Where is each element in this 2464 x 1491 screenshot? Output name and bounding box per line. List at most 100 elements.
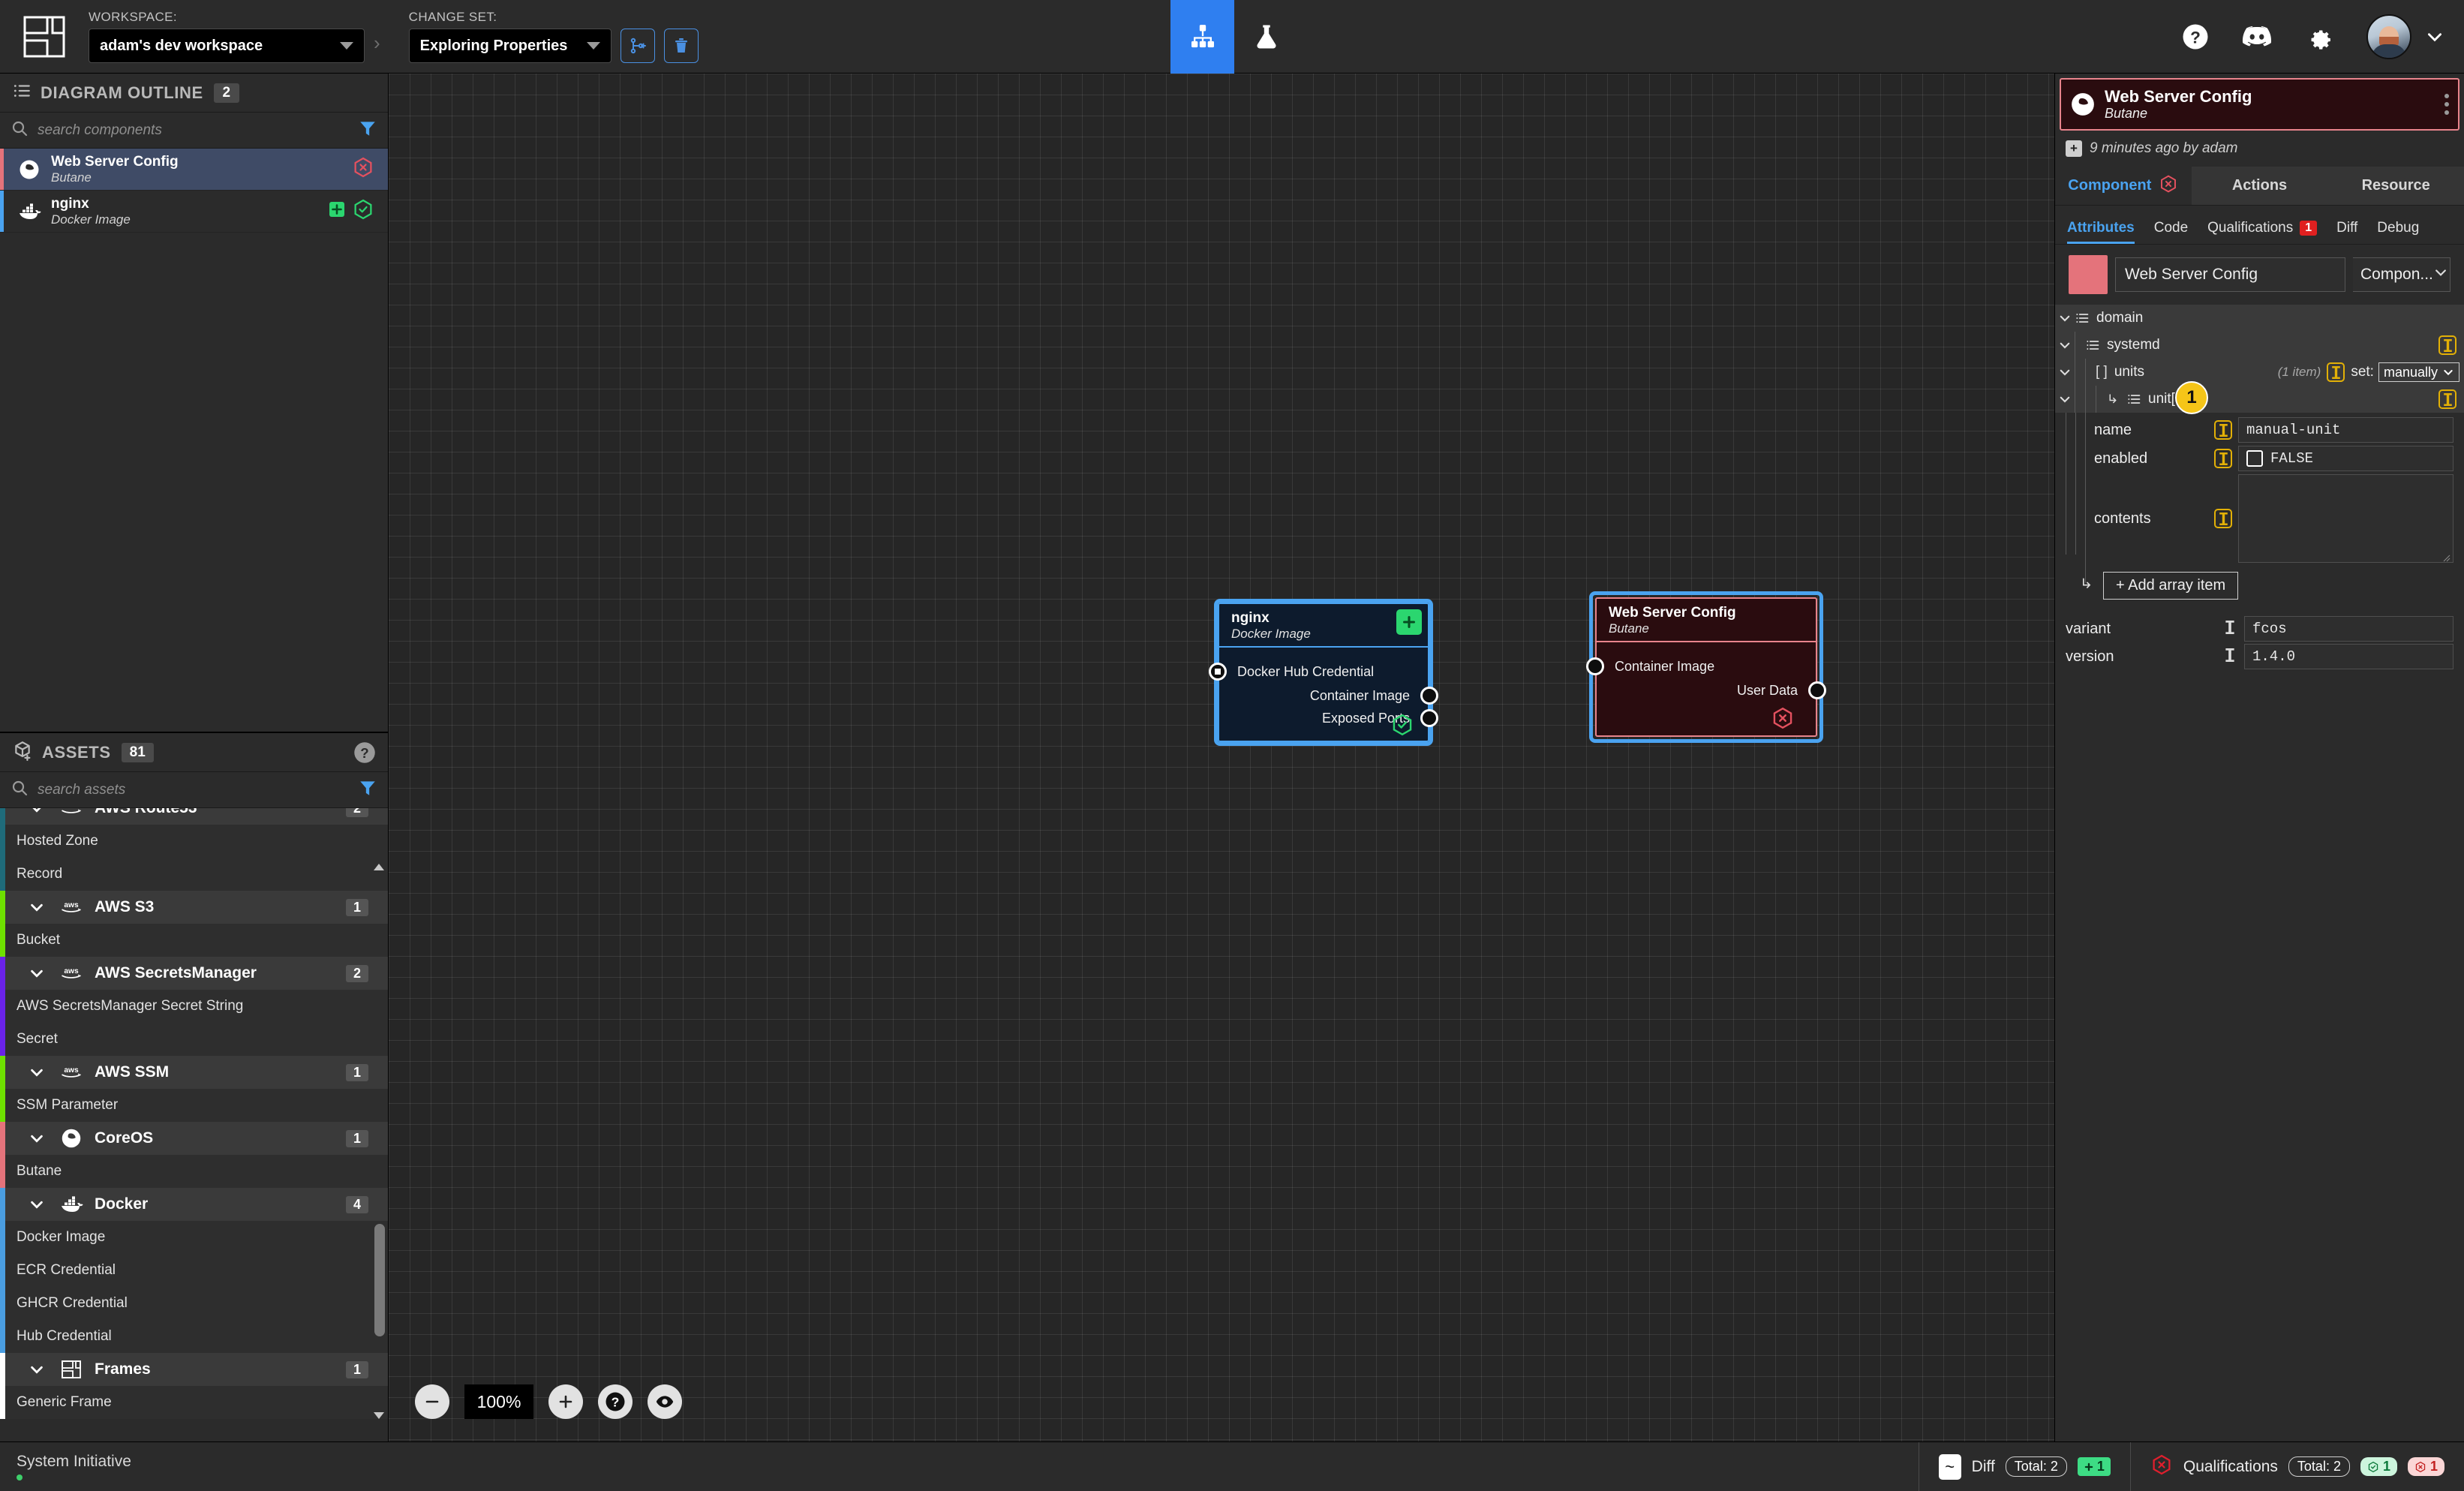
field-textarea-contents[interactable] <box>2238 474 2453 563</box>
ibeam-icon[interactable] <box>2214 509 2232 528</box>
output-socket-exposed-ports[interactable] <box>1420 709 1438 728</box>
subtab-debug[interactable]: Debug <box>2377 220 2419 244</box>
asset-item[interactable]: Butane <box>0 1155 388 1188</box>
tab-resource[interactable]: Resource <box>2327 167 2464 205</box>
visibility-eye-icon[interactable] <box>648 1384 682 1419</box>
ibeam-icon[interactable] <box>2438 335 2456 355</box>
zoom-in-button[interactable] <box>548 1384 583 1419</box>
asset-item[interactable]: GHCR Credential <box>0 1287 388 1320</box>
user-avatar[interactable] <box>2366 14 2411 59</box>
lab-tool-tab[interactable] <box>1234 0 1298 74</box>
field-input-version[interactable] <box>2244 644 2453 669</box>
chevron-down-icon[interactable] <box>29 899 45 915</box>
ibeam-icon[interactable] <box>2214 449 2232 468</box>
asset-item[interactable]: AWS SecretsManager Secret String <box>0 990 388 1023</box>
subtab-qualifications[interactable]: Qualifications 1 <box>2207 220 2318 244</box>
chevron-down-icon[interactable] <box>29 1196 45 1213</box>
canvas-help-circle-icon[interactable]: ? <box>598 1384 633 1419</box>
output-socket-container-image[interactable] <box>1420 687 1438 705</box>
chevron-down-icon[interactable] <box>29 808 45 816</box>
assets-search-input[interactable] <box>38 781 358 798</box>
field-input-variant[interactable] <box>2244 616 2453 642</box>
component-name-input[interactable] <box>2115 257 2345 292</box>
avatar-chevron-down-icon[interactable] <box>2425 27 2444 47</box>
chevron-down-icon[interactable] <box>29 1064 45 1081</box>
asset-item[interactable]: ECR Credential <box>0 1254 388 1287</box>
attr-row-units[interactable]: [ ] units (1 item) set: manually <box>2055 359 2464 386</box>
chevron-down-icon[interactable] <box>29 1130 45 1147</box>
status-qualifications-segment[interactable]: Qualifications Total: 2 1 1 <box>2129 1442 2464 1491</box>
asset-group-aws-ssm[interactable]: aws AWS SSM 1 <box>0 1056 388 1089</box>
set-mode-select[interactable]: manually <box>2378 362 2459 382</box>
assets-help-circle-icon[interactable]: ? <box>353 741 376 764</box>
component-color-swatch[interactable] <box>2069 255 2108 294</box>
filter-icon[interactable] <box>358 778 377 801</box>
assets-tree[interactable]: aws AWS Route53 2 Hosted Zone Record aws AWS S… <box>0 808 388 1441</box>
help-circle-icon[interactable]: ? <box>2182 23 2209 50</box>
discord-icon[interactable] <box>2242 26 2272 48</box>
diagram-tool-tab[interactable] <box>1170 0 1234 74</box>
asset-item[interactable]: Hosted Zone <box>0 825 388 858</box>
delete-changeset-button[interactable] <box>663 29 699 63</box>
gear-icon[interactable] <box>2305 23 2333 51</box>
asset-group-aws-s3[interactable]: aws AWS S3 1 <box>0 891 388 924</box>
add-array-item-button[interactable]: + Add array item <box>2103 572 2239 600</box>
input-socket-docker-hub-credential[interactable] <box>1209 663 1227 681</box>
outline-search-input[interactable] <box>38 122 358 139</box>
attr-row-domain[interactable]: domain <box>2055 305 2464 332</box>
hex-check-icon[interactable] <box>352 198 374 224</box>
asset-group-docker[interactable]: Docker 4 <box>0 1188 388 1221</box>
workspace-select[interactable]: adam's dev workspace <box>89 29 365 63</box>
chevron-down-icon[interactable] <box>2055 365 2075 379</box>
resize-grip-icon[interactable] <box>2443 552 2450 562</box>
chevron-down-icon[interactable] <box>29 965 45 981</box>
ibeam-icon[interactable] <box>2214 420 2232 440</box>
create-changeset-button[interactable] <box>620 29 655 63</box>
attr-row-systemd[interactable]: systemd <box>2055 332 2464 359</box>
asset-item[interactable]: Hub Credential <box>0 1320 388 1353</box>
attr-row-unit0[interactable]: unit[0] 1 <box>2055 381 2464 414</box>
ibeam-icon[interactable] <box>2225 620 2235 638</box>
subtab-code[interactable]: Code <box>2154 220 2188 244</box>
kebab-menu-icon[interactable] <box>2444 94 2449 115</box>
field-checkbox-enabled[interactable]: FALSE <box>2238 446 2453 471</box>
checkbox[interactable] <box>2246 450 2263 467</box>
diagram-node-nginx[interactable]: nginx Docker Image Docker Hub Credential… <box>1209 603 1438 742</box>
asset-group-coreos[interactable]: CoreOS 1 <box>0 1122 388 1155</box>
subtab-diff[interactable]: Diff <box>2336 220 2357 244</box>
asset-item[interactable]: Record <box>0 858 388 891</box>
plus-square-icon[interactable] <box>328 200 346 222</box>
field-input-name[interactable] <box>2238 417 2453 443</box>
asset-item[interactable]: Docker Image <box>0 1221 388 1254</box>
asset-item[interactable]: Secret <box>0 1023 388 1056</box>
ibeam-icon[interactable] <box>2438 389 2456 409</box>
ibeam-icon[interactable] <box>2327 362 2345 382</box>
asset-group-aws-secretsmanager[interactable]: aws AWS SecretsManager 2 <box>0 957 388 990</box>
component-type-select[interactable]: Compon... <box>2353 257 2450 292</box>
status-diff-segment[interactable]: ~ Diff Total: 2 1 <box>1918 1442 2130 1491</box>
asset-group-frames[interactable]: Frames 1 <box>0 1353 388 1386</box>
output-socket-user-data[interactable] <box>1808 681 1826 700</box>
scroll-up-arrow-icon[interactable] <box>374 864 384 870</box>
outline-item-web-server-config[interactable]: Web Server Config Butane <box>0 149 388 191</box>
diagram-node-web-server-config[interactable]: Web Server Config Butane Container Image… <box>1586 597 1826 737</box>
asset-group-aws-route53[interactable]: aws AWS Route53 2 <box>0 808 388 825</box>
input-socket-container-image[interactable] <box>1586 657 1604 676</box>
hex-x-icon[interactable] <box>1771 706 1795 734</box>
ibeam-icon[interactable] <box>2225 648 2235 666</box>
chevron-down-icon[interactable] <box>2055 392 2075 406</box>
asset-item[interactable]: Generic Frame <box>0 1386 388 1419</box>
outline-item-nginx[interactable]: nginx Docker Image <box>0 191 388 233</box>
system-initiative-logo[interactable] <box>20 12 69 62</box>
hex-x-icon[interactable] <box>352 156 374 182</box>
plus-square-icon[interactable] <box>1396 609 1422 635</box>
diagram-canvas[interactable]: nginx Docker Image Docker Hub Credential… <box>389 74 2054 1441</box>
changeset-select[interactable]: Exploring Properties <box>408 29 611 63</box>
assets-scroll-thumb[interactable] <box>374 1224 385 1336</box>
hex-check-icon[interactable] <box>1390 713 1414 741</box>
asset-item[interactable]: Bucket <box>0 924 388 957</box>
tab-component[interactable]: Component <box>2055 167 2192 205</box>
attribute-hint-bubble[interactable]: 1 <box>2175 381 2208 414</box>
chevron-down-icon[interactable] <box>2055 311 2075 325</box>
assets-scrollbar[interactable] <box>374 864 385 1419</box>
